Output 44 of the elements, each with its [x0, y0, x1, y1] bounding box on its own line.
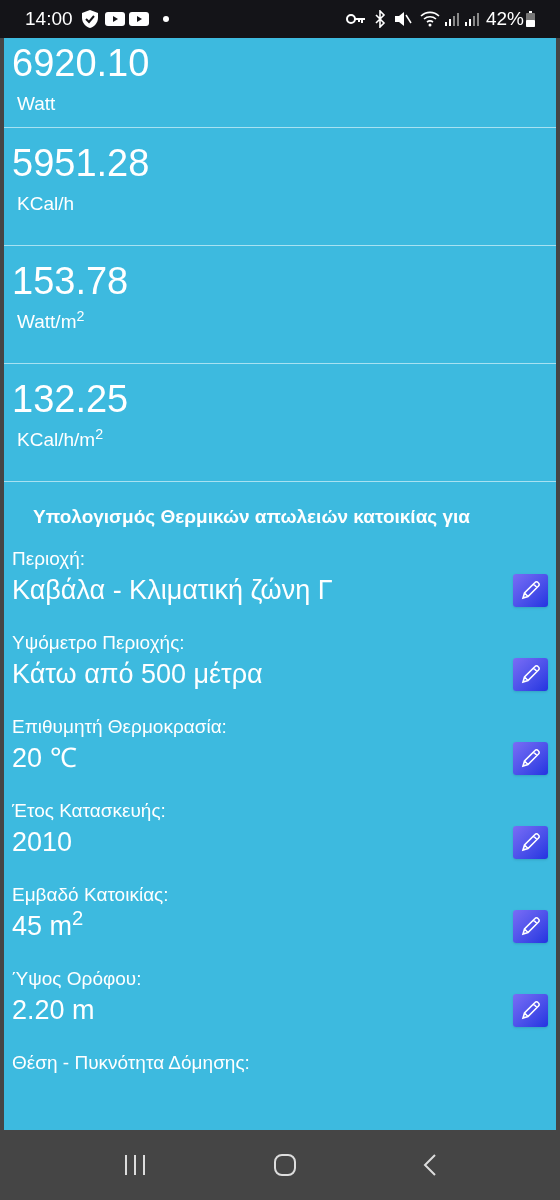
field-label: Εμβαδό Κατοικίας: — [12, 883, 170, 907]
wifi-icon — [419, 11, 440, 27]
result-value: 6920.10 — [12, 41, 151, 86]
result-value: 153.78 — [12, 259, 130, 304]
field-label: Υψόμετρο Περιοχής: — [12, 631, 186, 655]
field-label: Περιοχή: — [12, 547, 87, 571]
field-label: Επιθυμητή Θερμοκρασία: — [12, 715, 228, 739]
result-value: 132.25 — [12, 377, 130, 422]
play-icon — [128, 12, 149, 26]
field-value: 45 m$^{2}$ — [12, 908, 84, 943]
signal-icon — [463, 12, 480, 26]
result-value: 5951.28 — [12, 141, 151, 186]
result-unit: KCal/h — [16, 192, 76, 216]
status-time: 14:00 — [25, 6, 73, 31]
section-heading: Υπολογισμός Θερμικών απωλειών κατοικίας για — [33, 505, 471, 529]
field-value: 2010 — [12, 826, 73, 859]
field-value: 2.20 m — [12, 994, 95, 1027]
field-label: Ύψος Ορόφου: — [12, 967, 143, 991]
field-value: Κάτω από 500 μέτρα — [12, 658, 263, 691]
edit-button[interactable] — [513, 825, 548, 859]
battery-icon — [526, 11, 535, 27]
edit-button[interactable] — [513, 573, 548, 607]
dot-icon — [162, 16, 169, 22]
result-unit: Watt/m$^{2}$ — [16, 308, 86, 334]
mute-icon — [393, 11, 412, 27]
result-unit: Watt — [16, 92, 57, 116]
play-icon — [104, 12, 125, 26]
edit-button[interactable] — [513, 657, 548, 691]
home-icon[interactable] — [273, 1153, 297, 1177]
bluetooth-icon — [373, 10, 386, 28]
result-unit: KCal/h/m$^{2}$ — [16, 426, 105, 452]
key-icon — [345, 13, 366, 25]
field-label: Θέση - Πυκνότητα Δόμησης: — [12, 1051, 251, 1075]
field-value: 20 ℃ — [12, 742, 77, 775]
shield-icon — [80, 9, 99, 29]
recent-apps-icon[interactable] — [123, 1154, 147, 1176]
field-value: Καβάλα - Κλιματική ζώνη Γ — [12, 574, 333, 607]
field-label: Έτος Κατασκευής: — [12, 799, 167, 823]
signal-icon — [443, 12, 460, 26]
back-icon[interactable] — [423, 1153, 437, 1177]
battery-percent: 42% — [485, 6, 524, 31]
edit-button[interactable] — [513, 741, 548, 775]
edit-button[interactable] — [513, 909, 548, 943]
edit-button[interactable] — [513, 993, 548, 1027]
